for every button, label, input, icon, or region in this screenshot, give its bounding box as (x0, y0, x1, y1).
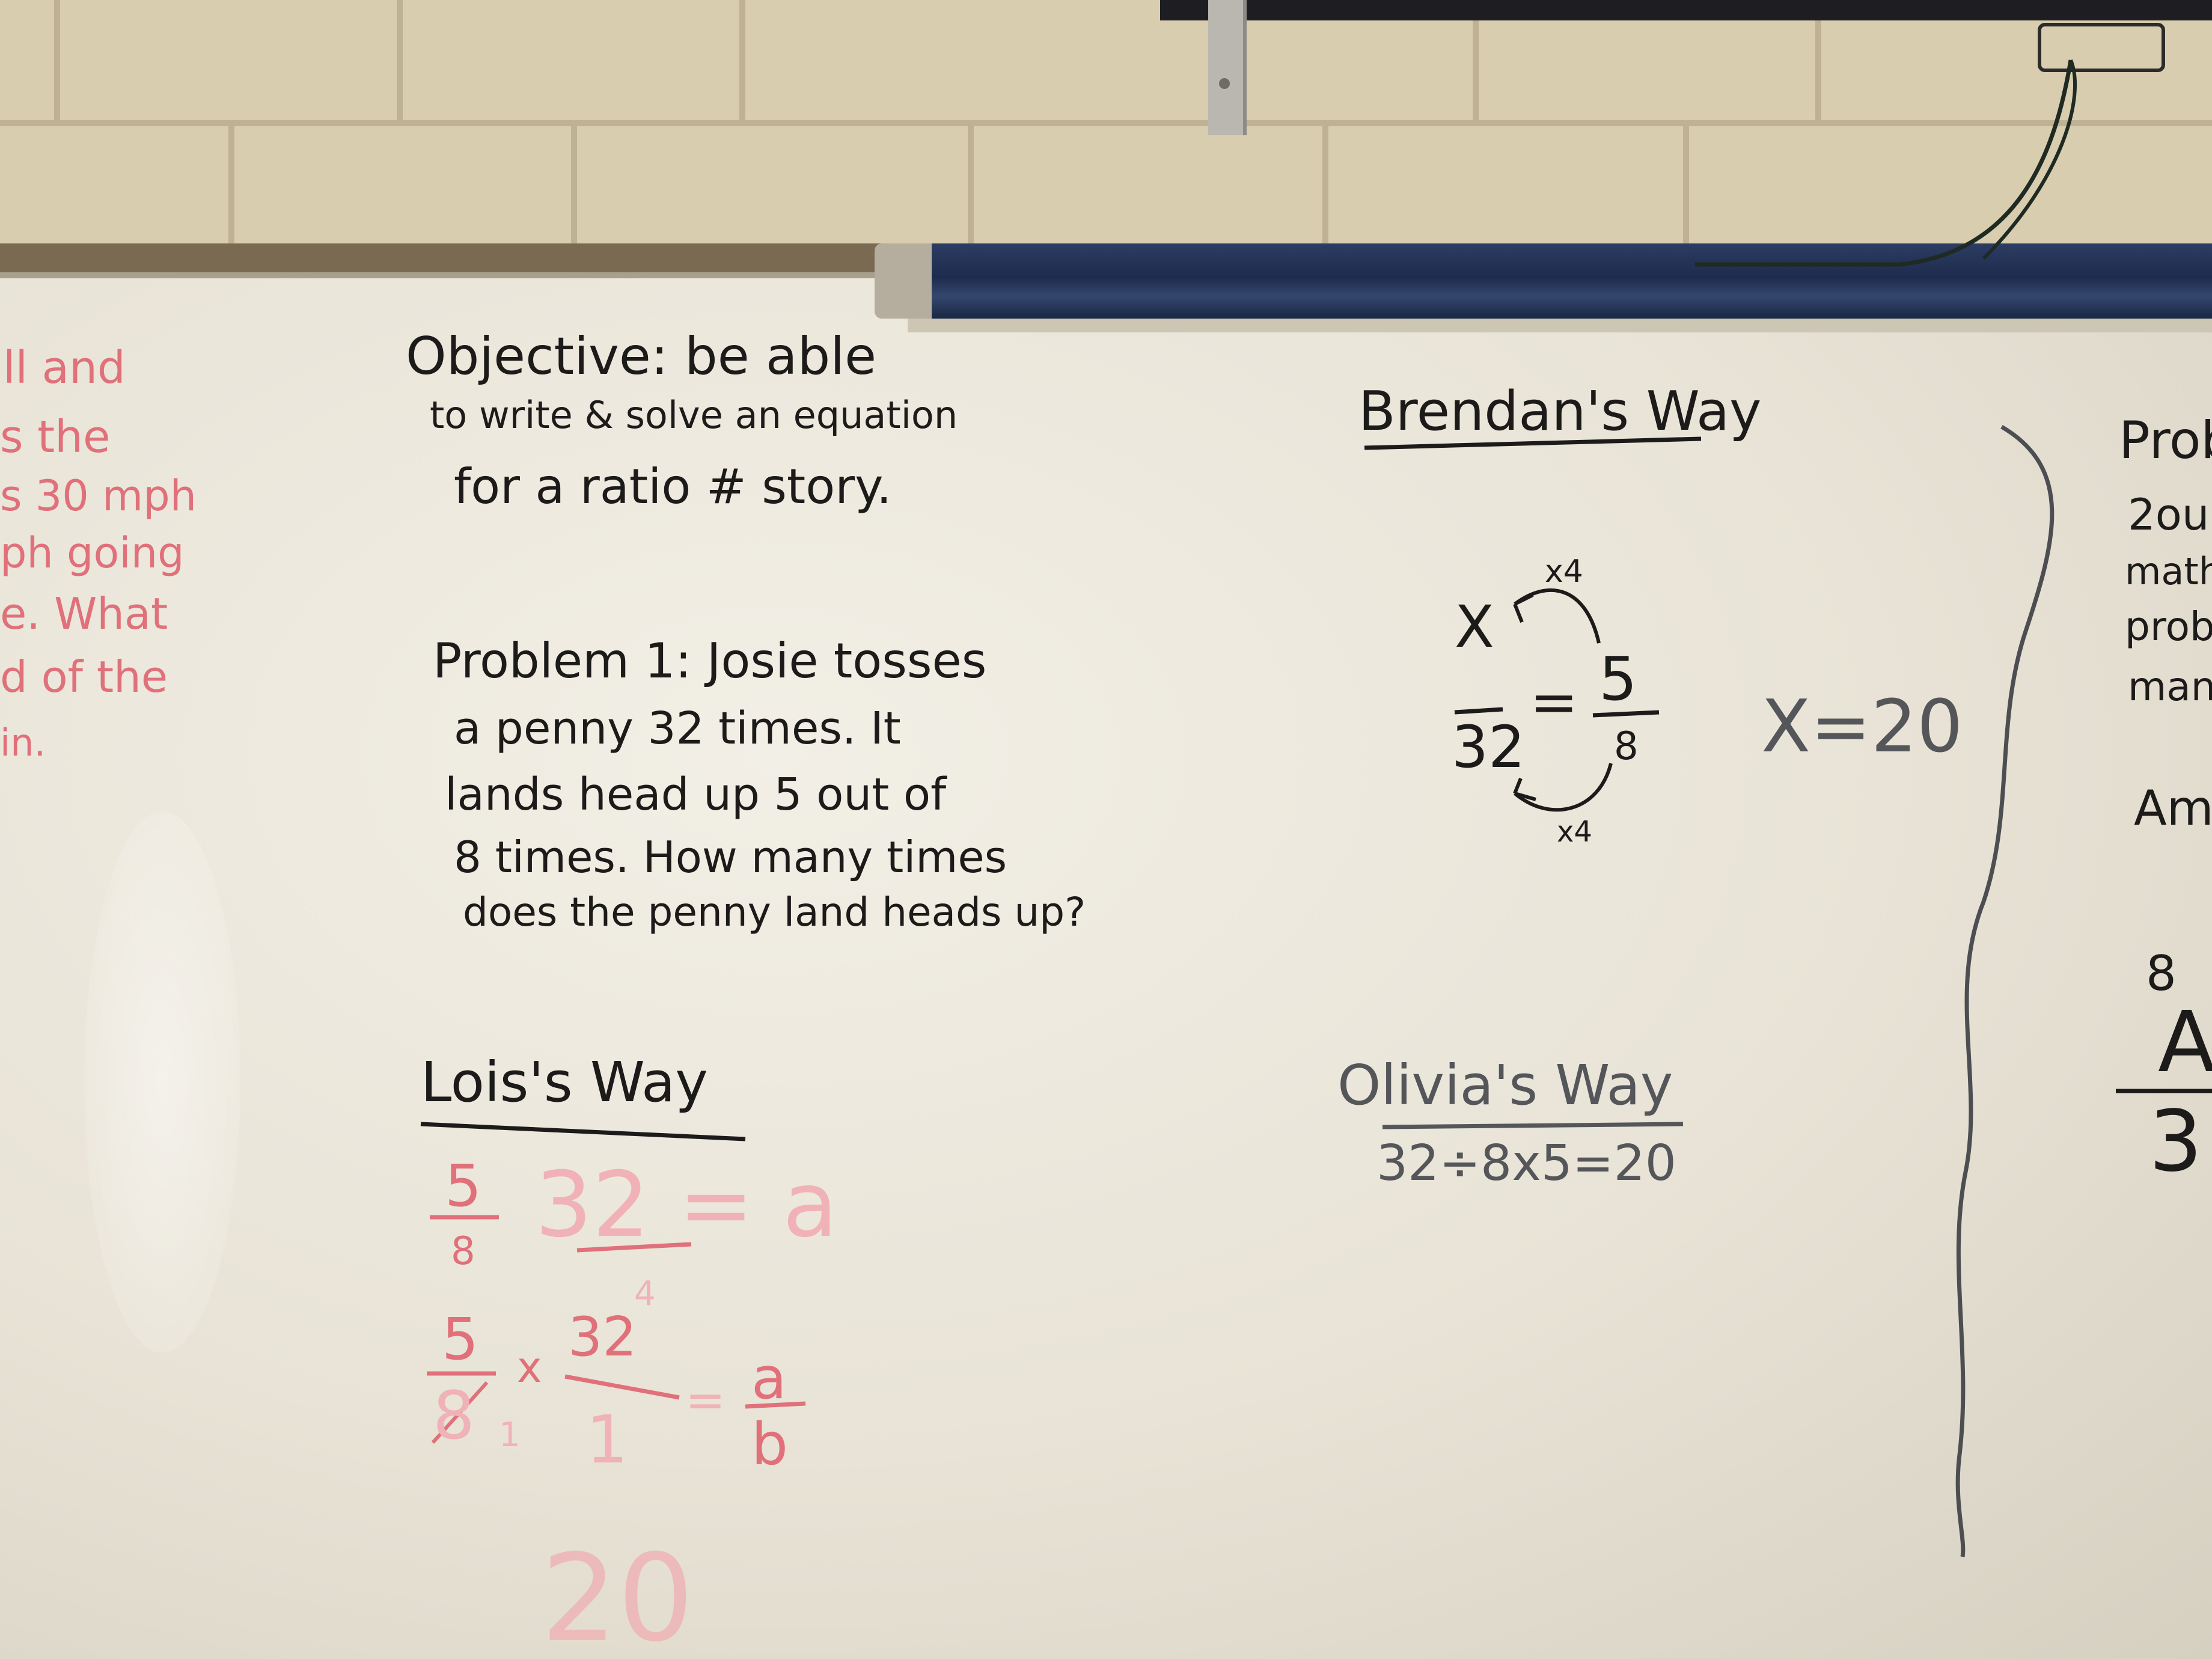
whiteboard-surface (0, 270, 2212, 1659)
classroom-whiteboard-photo: ll and s the s 30 mph ph going e. What d… (0, 0, 2212, 1659)
lois-step2-mid-numerator: 32 (568, 1306, 637, 1369)
olivia-heading: Olivia's Way (1337, 1053, 1673, 1117)
problem-line-5: does the penny land heads up? (463, 889, 1086, 935)
lois-step1-small-4: 4 (634, 1274, 656, 1313)
objective-line-2: to write & solve an equation (430, 393, 958, 437)
objective-line-1: Objective: be able (406, 326, 877, 386)
brendan-left-denominator: 32 (1452, 713, 1526, 781)
bracket-bolt (1219, 78, 1230, 89)
brendan-right-numerator: 5 (1599, 644, 1637, 714)
lois-step2-equals: = (685, 1372, 726, 1428)
brendan-x: X (1455, 593, 1494, 661)
whiteboard-frame (0, 243, 890, 278)
brendan-top-x4: x4 (1545, 554, 1583, 590)
right-fragment-am: Am (2134, 780, 2212, 836)
left-fragment-5: e. What (0, 588, 168, 639)
problem-line-2: a penny 32 times. It (454, 703, 901, 754)
lois-step2-mid-denominator: 1 (586, 1401, 628, 1478)
right-fragment-num: 8 (2146, 946, 2177, 1001)
lois-step1-denominator: 8 (451, 1229, 475, 1274)
left-fragment-7: in. (0, 721, 46, 765)
cinder-block-wall (0, 0, 2212, 258)
right-fragment-line-1: 2ou (2128, 489, 2210, 540)
problem-line-4: 8 times. How many times (454, 832, 1007, 882)
lois-step1-rest: 32 = a (535, 1153, 838, 1257)
left-fragment-1: ll and (3, 342, 126, 394)
lois-step2-denominator: 8 (433, 1377, 475, 1454)
lois-step2-numerator: 5 (442, 1306, 479, 1373)
left-fragment-4: ph going (0, 528, 185, 578)
right-fragment-line-3: prob (2125, 603, 2212, 650)
left-fragment-6: d of the (0, 652, 168, 702)
left-fragment-2: s the (0, 411, 111, 463)
right-fragment-den: 3 (2149, 1093, 2203, 1191)
brendan-heading: Brendan's Way (1358, 380, 1762, 443)
screen-roll-endcap (875, 243, 932, 319)
brendan-result: X=20 (1761, 685, 1963, 769)
left-fragment-3: s 30 mph (0, 471, 197, 521)
metal-bracket (1208, 0, 1247, 135)
light-glare (84, 811, 240, 1352)
right-fragment-line-4: man (2128, 664, 2212, 710)
brendan-bottom-x4: x4 (1557, 815, 1592, 849)
lois-step2-b: b (751, 1411, 788, 1478)
olivia-equation: 32÷8x5=20 (1376, 1135, 1676, 1192)
right-fragment-line-2: math (2125, 549, 2212, 593)
cord-hook (2038, 23, 2165, 72)
projector-bar (1160, 0, 2212, 20)
lois-step1-numerator: 5 (445, 1152, 482, 1220)
lois-step2-times: x (517, 1343, 542, 1392)
brendan-equals: = (1530, 668, 1578, 736)
right-fragment-a: A (2158, 994, 2212, 1092)
lois-step2-small-1: 1 (499, 1416, 521, 1455)
right-fragment-prob: Prob (2119, 411, 2212, 471)
objective-line-3: for a ratio # story. (454, 459, 892, 515)
brendan-right-denominator: 8 (1614, 724, 1639, 769)
problem-line-1: Problem 1: Josie tosses (433, 633, 987, 689)
lois-heading: Lois's Way (421, 1050, 708, 1114)
lois-step2-a: a (751, 1345, 787, 1412)
projector-screen-roll (875, 243, 2212, 319)
lois-answer: 20 (541, 1529, 694, 1659)
problem-line-3: lands head up 5 out of (445, 769, 947, 820)
